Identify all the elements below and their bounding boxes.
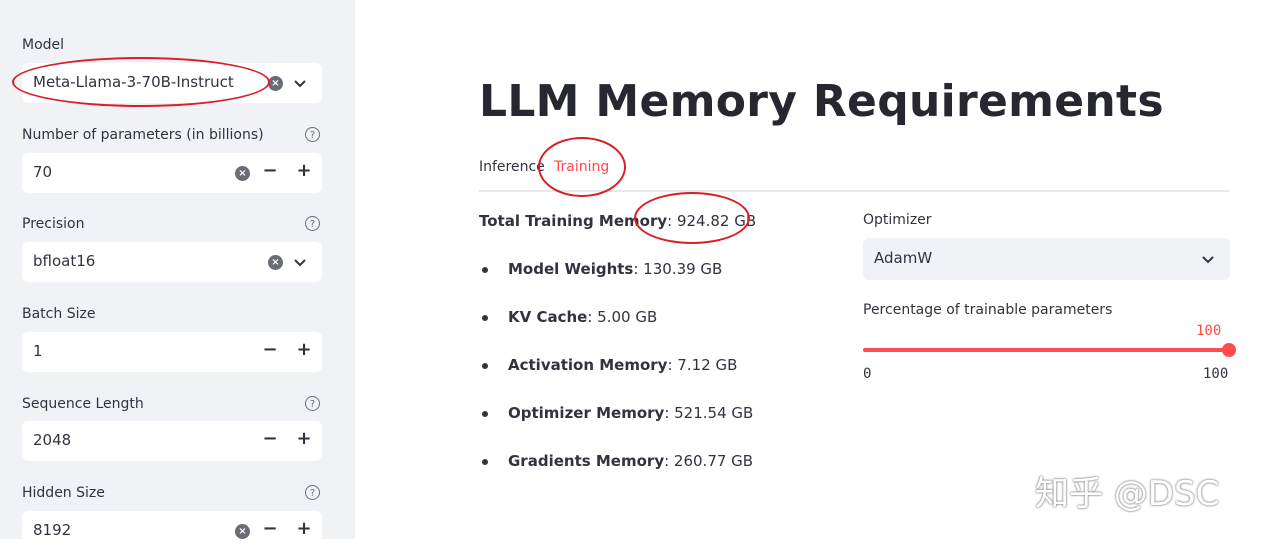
precision-select[interactable]: bfloat16 × (22, 242, 322, 282)
decrement-button[interactable]: − (260, 518, 280, 539)
optimizer-label: Optimizer (863, 212, 932, 228)
tab-bar: Inference Training (479, 156, 1229, 192)
clear-icon[interactable]: × (235, 524, 250, 539)
watermark: 知乎 @DSC (1035, 474, 1220, 514)
hidden-input[interactable]: 8192 × − + (22, 511, 322, 551)
help-icon[interactable]: ? (305, 127, 320, 142)
slider-thumb[interactable] (1222, 343, 1236, 357)
decrement-button[interactable]: − (260, 160, 280, 181)
increment-button[interactable]: + (294, 339, 314, 360)
params-label: Number of parameters (in billions) (22, 127, 264, 143)
model-label: Model (22, 37, 65, 53)
slider-label: Percentage of trainable parameters (863, 302, 1113, 318)
item-value: : 5.00 GB (587, 308, 658, 326)
list-item: Activation Memory: 7.12 GB (482, 356, 737, 374)
item-label: Optimizer Memory (508, 404, 665, 422)
seq-label: Sequence Length (22, 396, 144, 412)
help-icon[interactable]: ? (305, 396, 320, 411)
hidden-label: Hidden Size (22, 485, 105, 501)
params-input[interactable]: 70 × − + (22, 153, 322, 193)
tab-training[interactable]: Training (554, 159, 609, 175)
model-select[interactable]: Meta-Llama-3-70B-Instruct × (22, 63, 322, 103)
optimizer-value: AdamW (874, 249, 933, 267)
item-value: : 521.54 GB (664, 404, 754, 422)
optimizer-select[interactable]: AdamW (863, 238, 1230, 280)
item-label: Model Weights (508, 260, 634, 278)
bullet-icon (482, 458, 488, 465)
item-label: KV Cache (508, 308, 588, 326)
precision-label: Precision (22, 216, 85, 232)
slider-value: 100 (1196, 323, 1222, 339)
precision-value: bfloat16 (33, 252, 96, 270)
params-value: 70 (33, 163, 53, 181)
increment-button[interactable]: + (294, 160, 314, 181)
list-item: Gradients Memory: 260.77 GB (482, 452, 753, 470)
sidebar: Model Meta-Llama-3-70B-Instruct × Number… (0, 0, 355, 551)
item-value: : 260.77 GB (664, 452, 754, 470)
list-item: Model Weights: 130.39 GB (482, 260, 722, 278)
increment-button[interactable]: + (294, 518, 314, 539)
bullet-icon (482, 314, 488, 321)
decrement-button[interactable]: − (260, 339, 280, 360)
bullet-icon (482, 266, 488, 273)
clear-icon[interactable]: × (268, 255, 283, 270)
main-content: LLM Memory Requirements Inference Traini… (355, 0, 1266, 539)
tab-inference[interactable]: Inference (479, 159, 545, 175)
decrement-button[interactable]: − (260, 428, 280, 449)
bullet-icon (482, 362, 488, 369)
clear-icon[interactable]: × (268, 76, 283, 91)
seq-value: 2048 (33, 431, 72, 449)
slider-track[interactable] (863, 348, 1230, 352)
item-label: Gradients Memory (508, 452, 665, 470)
help-icon[interactable]: ? (305, 216, 320, 231)
model-value: Meta-Llama-3-70B-Instruct (33, 73, 234, 91)
seq-input[interactable]: 2048 − + (22, 421, 322, 461)
slider-max: 100 (1203, 366, 1229, 382)
list-item: KV Cache: 5.00 GB (482, 308, 657, 326)
page-title: LLM Memory Requirements (479, 76, 1164, 127)
batch-input[interactable]: 1 − + (22, 332, 322, 372)
item-value: : 7.12 GB (667, 356, 738, 374)
chevron-down-icon[interactable] (292, 75, 308, 91)
batch-label: Batch Size (22, 306, 96, 322)
chevron-down-icon[interactable] (1200, 251, 1216, 267)
total-memory-value: : 924.82 GB (667, 212, 757, 230)
slider-min: 0 (863, 366, 872, 382)
list-item: Optimizer Memory: 521.54 GB (482, 404, 753, 422)
clear-icon[interactable]: × (235, 166, 250, 181)
item-label: Activation Memory (508, 356, 668, 374)
chevron-down-icon[interactable] (292, 254, 308, 270)
bullet-icon (482, 410, 488, 417)
hidden-value: 8192 (33, 521, 72, 539)
help-icon[interactable]: ? (305, 485, 320, 500)
total-memory-label: Total Training Memory (479, 212, 668, 230)
item-value: : 130.39 GB (633, 260, 723, 278)
total-memory: Total Training Memory: 924.82 GB (479, 212, 756, 230)
increment-button[interactable]: + (294, 428, 314, 449)
batch-value: 1 (33, 342, 43, 360)
